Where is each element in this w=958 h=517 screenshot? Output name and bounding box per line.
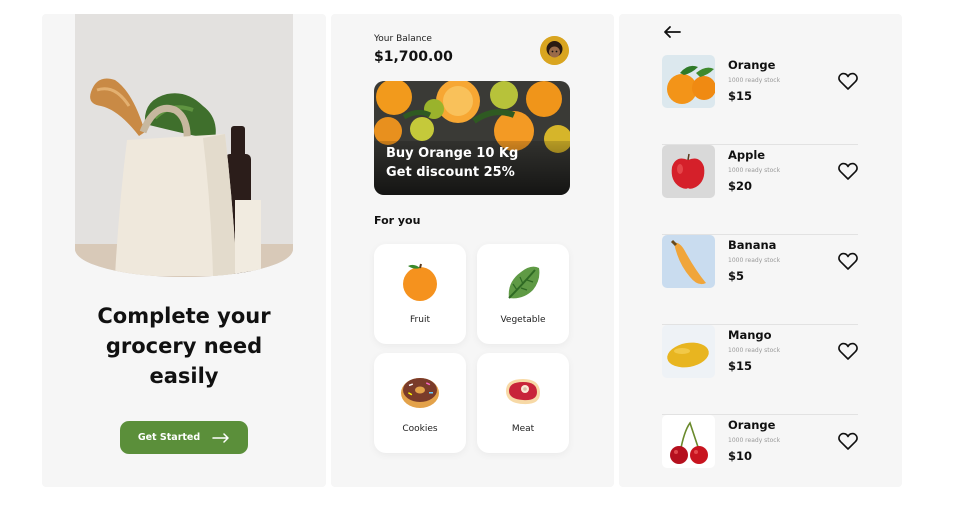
headline-line: Complete your xyxy=(97,304,271,328)
product-stock: 1000 ready stock xyxy=(728,347,781,354)
product-name: Orange xyxy=(728,58,776,72)
hero-grocery-bag-image xyxy=(75,14,293,277)
product-stock: 1000 ready stock xyxy=(728,77,781,84)
category-label: Vegetable xyxy=(500,315,546,325)
product-price: $5 xyxy=(728,269,745,283)
orange-thumbnail xyxy=(662,55,715,108)
product-list-screen: Orange 1000 ready stock $15 Apple 1000 r… xyxy=(619,14,902,487)
home-screen: Your Balance $1,700.00 Buy Orange 10 Kg … xyxy=(331,14,614,487)
promo-banner[interactable]: Buy Orange 10 Kg Get discount 25% xyxy=(374,81,570,195)
category-label: Meat xyxy=(511,424,535,434)
product-row[interactable]: Banana 1000 ready stock $5 xyxy=(662,235,858,325)
balance-label: Your Balance xyxy=(374,34,432,44)
onboarding-screen: Complete your grocery need easily Get St… xyxy=(42,14,326,487)
banner-line1: Buy Orange 10 Kg xyxy=(386,146,519,161)
meat-icon xyxy=(506,379,540,405)
product-name: Apple xyxy=(728,148,766,162)
banana-thumbnail xyxy=(662,235,715,288)
orange-icon xyxy=(403,263,437,301)
product-row[interactable]: Orange 1000 ready stock $15 xyxy=(662,55,858,145)
product-name: Orange xyxy=(728,418,776,432)
lettuce-icon xyxy=(508,266,540,299)
get-started-button[interactable]: Get Started xyxy=(120,421,248,454)
product-row[interactable]: Mango 1000 ready stock $15 xyxy=(662,325,858,415)
onboarding-headline: Complete your grocery need easily xyxy=(42,301,326,391)
category-label: Cookies xyxy=(402,424,438,434)
apple-thumbnail xyxy=(662,145,715,198)
arrow-right-icon xyxy=(212,432,229,443)
balance-amount: $1,700.00 xyxy=(374,49,453,65)
back-arrow-icon[interactable] xyxy=(662,24,682,40)
get-started-label: Get Started xyxy=(137,432,201,443)
product-price: $15 xyxy=(728,89,753,103)
category-label: Fruit xyxy=(410,315,430,325)
headline-line: grocery need xyxy=(105,334,263,358)
heart-icon[interactable] xyxy=(838,432,858,451)
product-row[interactable]: Orange 1000 ready stock $10 xyxy=(662,415,858,487)
donut-icon xyxy=(401,378,439,408)
headline-line: easily xyxy=(149,364,219,388)
category-card-meat[interactable]: Meat xyxy=(477,353,569,453)
product-stock: 1000 ready stock xyxy=(728,437,781,444)
category-card-cookies[interactable]: Cookies xyxy=(374,353,466,453)
product-price: $10 xyxy=(728,449,753,463)
product-price: $20 xyxy=(728,179,753,193)
product-stock: 1000 ready stock xyxy=(728,167,781,174)
product-row[interactable]: Apple 1000 ready stock $20 xyxy=(662,145,858,235)
cherry-thumbnail xyxy=(662,415,715,468)
section-title: For you xyxy=(374,214,421,227)
product-name: Banana xyxy=(728,238,777,252)
product-price: $15 xyxy=(728,359,753,373)
product-stock: 1000 ready stock xyxy=(728,257,781,264)
banner-text: Buy Orange 10 Kg Get discount 25% xyxy=(386,144,518,182)
avatar[interactable] xyxy=(540,36,569,65)
heart-icon[interactable] xyxy=(838,162,858,181)
product-name: Mango xyxy=(728,328,772,342)
banner-line2: Get discount 25% xyxy=(386,165,515,180)
mango-thumbnail xyxy=(662,325,715,378)
category-card-fruit[interactable]: Fruit xyxy=(374,244,466,344)
heart-icon[interactable] xyxy=(838,342,858,361)
heart-icon[interactable] xyxy=(838,252,858,271)
heart-icon[interactable] xyxy=(838,72,858,91)
category-card-vegetable[interactable]: Vegetable xyxy=(477,244,569,344)
